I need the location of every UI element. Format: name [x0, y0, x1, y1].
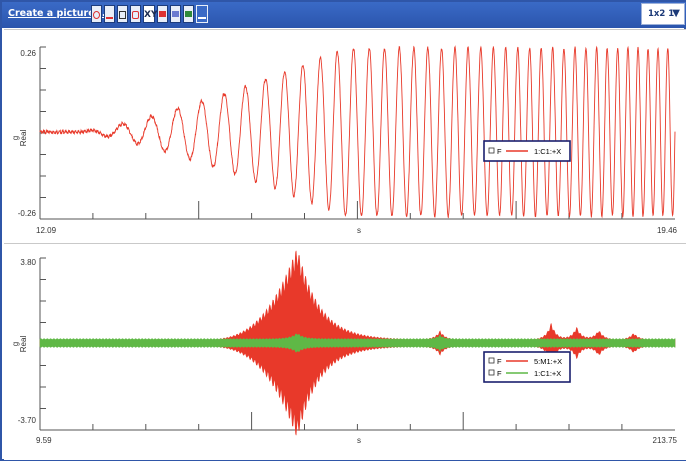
top-xtick-end: 19.46 [657, 226, 678, 235]
bottom-legend[interactable]: F 5:M1:+X F 1:C1:+X [483, 351, 571, 383]
layout-select-value: 1x2 1 [648, 9, 675, 19]
layout-select[interactable]: 1x2 1 ▼ [641, 3, 685, 25]
top-legend[interactable]: F 1:C1:+X [483, 140, 571, 162]
toolbar-icons: XY [91, 5, 208, 25]
bottom-xtick-start: 9.59 [36, 436, 52, 445]
bottom-ytick-max: 3.80 [20, 258, 36, 267]
bottom-xlabel-unit: s [357, 436, 361, 445]
chevron-down-icon[interactable]: ▼ [672, 8, 680, 19]
bottom-legend-check-label-2: F [497, 369, 502, 378]
top-xlabel-unit: s [357, 226, 361, 235]
edit-icon[interactable] [170, 5, 181, 23]
fit-icon[interactable] [91, 5, 102, 23]
top-ytick-max: 0.26 [20, 49, 36, 58]
bottom-legend-checkbox-2[interactable] [488, 369, 495, 376]
top-legend-check-label: F [497, 147, 502, 156]
toolbar: Create a picture... XY 1x2 1 ▼ [2, 2, 686, 28]
bottom-plot-panel: 3.80 -3.70 g Real 9.59 s 213.75 F 5:M1:+… [4, 243, 686, 460]
top-plot[interactable]: 0.26 -0.26 g Real 12.09 s 19.46 F 1:C1:+… [4, 30, 686, 243]
bottom-legend-label-2: 1:C1:+X [534, 369, 561, 378]
bottom-ylabel: Real [19, 336, 28, 353]
bottom-legend-checkbox-1[interactable] [488, 357, 495, 364]
bottom-xtick-end: 213.75 [653, 436, 678, 445]
top-xtick-start: 12.09 [36, 226, 57, 235]
document-icon[interactable] [183, 5, 194, 23]
chart-window: Create a picture... XY 1x2 1 ▼ 0.26 -0.2… [0, 0, 686, 461]
top-legend-checkbox[interactable] [488, 147, 495, 154]
top-legend-label: 1:C1:+X [534, 147, 561, 156]
top-ylabel: Real [19, 130, 28, 147]
export-icon[interactable] [196, 5, 208, 23]
bottom-legend-check-label-1: F [497, 357, 502, 366]
bottom-ytick-min: -3.70 [18, 416, 37, 425]
top-ytick-min: -0.26 [18, 209, 37, 218]
bottom-legend-label-1: 5:M1:+X [534, 357, 562, 366]
image-icon[interactable] [157, 5, 168, 23]
chart-icon[interactable] [104, 5, 115, 23]
top-plot-panel: 0.26 -0.26 g Real 12.09 s 19.46 F 1:C1:+… [4, 29, 686, 243]
zoom-icon[interactable] [130, 5, 141, 23]
xy-icon[interactable]: XY [143, 5, 157, 23]
table-icon[interactable] [117, 5, 128, 23]
bottom-plot[interactable]: 3.80 -3.70 g Real 9.59 s 213.75 F 5:M1:+… [4, 244, 686, 460]
